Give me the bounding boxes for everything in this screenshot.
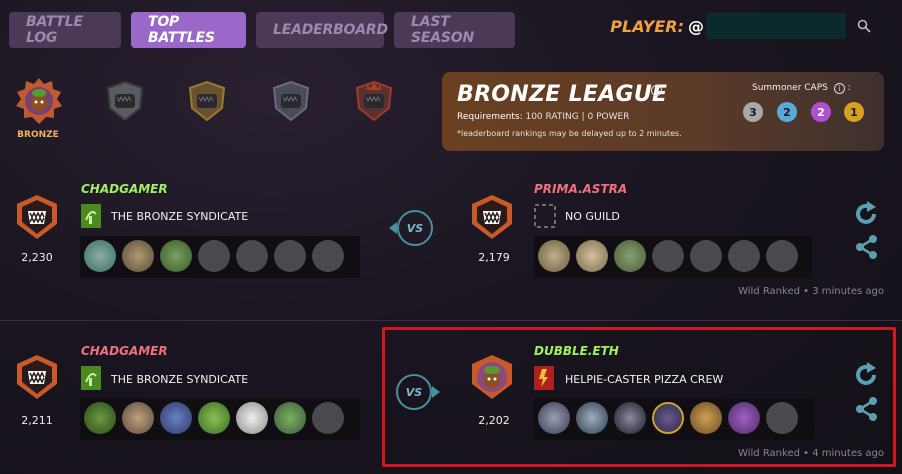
requirements-label: Requirements: <box>457 112 523 122</box>
team-card[interactable] <box>614 240 646 272</box>
no-guild-icon <box>534 204 556 228</box>
battle-meta: Wild Ranked • 3 minutes ago <box>738 286 884 297</box>
player-search: PLAYER: @ <box>610 12 882 40</box>
player-rating: 2,179 <box>478 251 510 264</box>
highlight-box <box>382 327 896 467</box>
cap-epic: 2 <box>811 102 831 122</box>
gold-league-icon[interactable] <box>186 80 228 122</box>
tab-bar: BATTLE LOG TOP BATTLES LEADERBOARD LAST … <box>9 12 515 48</box>
player-at-symbol: @ <box>688 16 704 36</box>
player-name[interactable]: CHADGAMER <box>81 182 168 196</box>
player-name[interactable]: CHADGAMER <box>81 344 168 358</box>
guild-flag-icon <box>81 366 101 390</box>
guild-name[interactable]: THE BRONZE SYNDICATE <box>111 210 248 223</box>
team-card[interactable] <box>236 402 268 434</box>
share-icon[interactable] <box>854 234 882 262</box>
silver-league-icon[interactable] <box>104 80 146 122</box>
vs-arrow-left-icon <box>389 222 397 234</box>
empty-card-slot <box>312 402 344 434</box>
search-icon <box>857 19 871 33</box>
replay-icon[interactable] <box>852 200 880 228</box>
team-card[interactable] <box>122 240 154 272</box>
cap-legendary: 1 <box>844 102 864 122</box>
league-selector: BRONZE <box>10 72 410 147</box>
row-divider <box>0 320 902 321</box>
requirements-value: 100 RATING | 0 POWER <box>525 112 630 122</box>
team-card[interactable] <box>84 402 116 434</box>
empty-card-slot <box>690 240 722 272</box>
empty-card-slot <box>766 240 798 272</box>
empty-card-slot <box>198 240 230 272</box>
player-input[interactable] <box>706 13 846 39</box>
team-card[interactable] <box>198 402 230 434</box>
empty-card-slot <box>728 240 760 272</box>
team-cards <box>534 236 812 278</box>
guild-name: NO GUILD <box>565 210 620 223</box>
tab-battle-log[interactable]: BATTLE LOG <box>9 12 121 48</box>
league-title: BRONZE LEAGUE <box>457 82 668 107</box>
league-requirements: Requirements: 100 RATING | 0 POWER <box>457 112 629 122</box>
team-card[interactable] <box>274 402 306 434</box>
team-card[interactable] <box>160 240 192 272</box>
player-rank-icon <box>14 354 60 400</box>
guild-name[interactable]: THE BRONZE SYNDICATE <box>111 373 248 386</box>
team-cards <box>80 236 360 278</box>
delay-note: *leaderboard rankings may be delayed up … <box>457 129 682 138</box>
champion-league-icon[interactable] <box>353 80 395 122</box>
empty-card-slot <box>236 240 268 272</box>
empty-card-slot <box>312 240 344 272</box>
team-card[interactable] <box>538 240 570 272</box>
league-info-card: BRONZE LEAGUE i Requirements: 100 RATING… <box>442 72 884 151</box>
search-button[interactable] <box>846 12 882 40</box>
player-rating: 2,230 <box>21 251 53 264</box>
caps-info-icon[interactable]: i <box>833 83 845 94</box>
player-rank-icon <box>14 194 60 240</box>
tab-last-season[interactable]: LAST SEASON <box>394 12 515 48</box>
selected-league-label: BRONZE <box>17 130 59 140</box>
bronze-league-icon[interactable] <box>16 78 62 124</box>
guild-flag-icon <box>81 204 101 228</box>
league-info-icon[interactable]: i <box>651 85 662 96</box>
team-card[interactable] <box>160 402 192 434</box>
empty-card-slot <box>274 240 306 272</box>
diamond-league-icon[interactable] <box>270 80 312 122</box>
tab-top-battles[interactable]: TOP BATTLES <box>131 12 246 48</box>
cap-common: 3 <box>743 102 763 122</box>
team-card[interactable] <box>122 402 154 434</box>
caps-suffix: : <box>847 83 851 93</box>
team-card[interactable] <box>576 240 608 272</box>
cap-rare: 2 <box>777 102 797 122</box>
player-label: PLAYER: <box>610 16 684 36</box>
player-rank-icon <box>469 194 515 240</box>
team-card[interactable] <box>84 240 116 272</box>
empty-card-slot <box>652 240 684 272</box>
vs-badge: VS <box>397 210 433 246</box>
caps-label-text: Summoner CAPS <box>752 83 828 93</box>
summoner-caps-label: Summoner CAPS i : <box>752 82 851 94</box>
player-name[interactable]: PRIMA.ASTRA <box>534 182 627 196</box>
team-cards <box>80 398 360 440</box>
player-rating: 2,211 <box>21 414 53 427</box>
tab-leaderboard[interactable]: LEADERBOARD <box>256 12 388 48</box>
